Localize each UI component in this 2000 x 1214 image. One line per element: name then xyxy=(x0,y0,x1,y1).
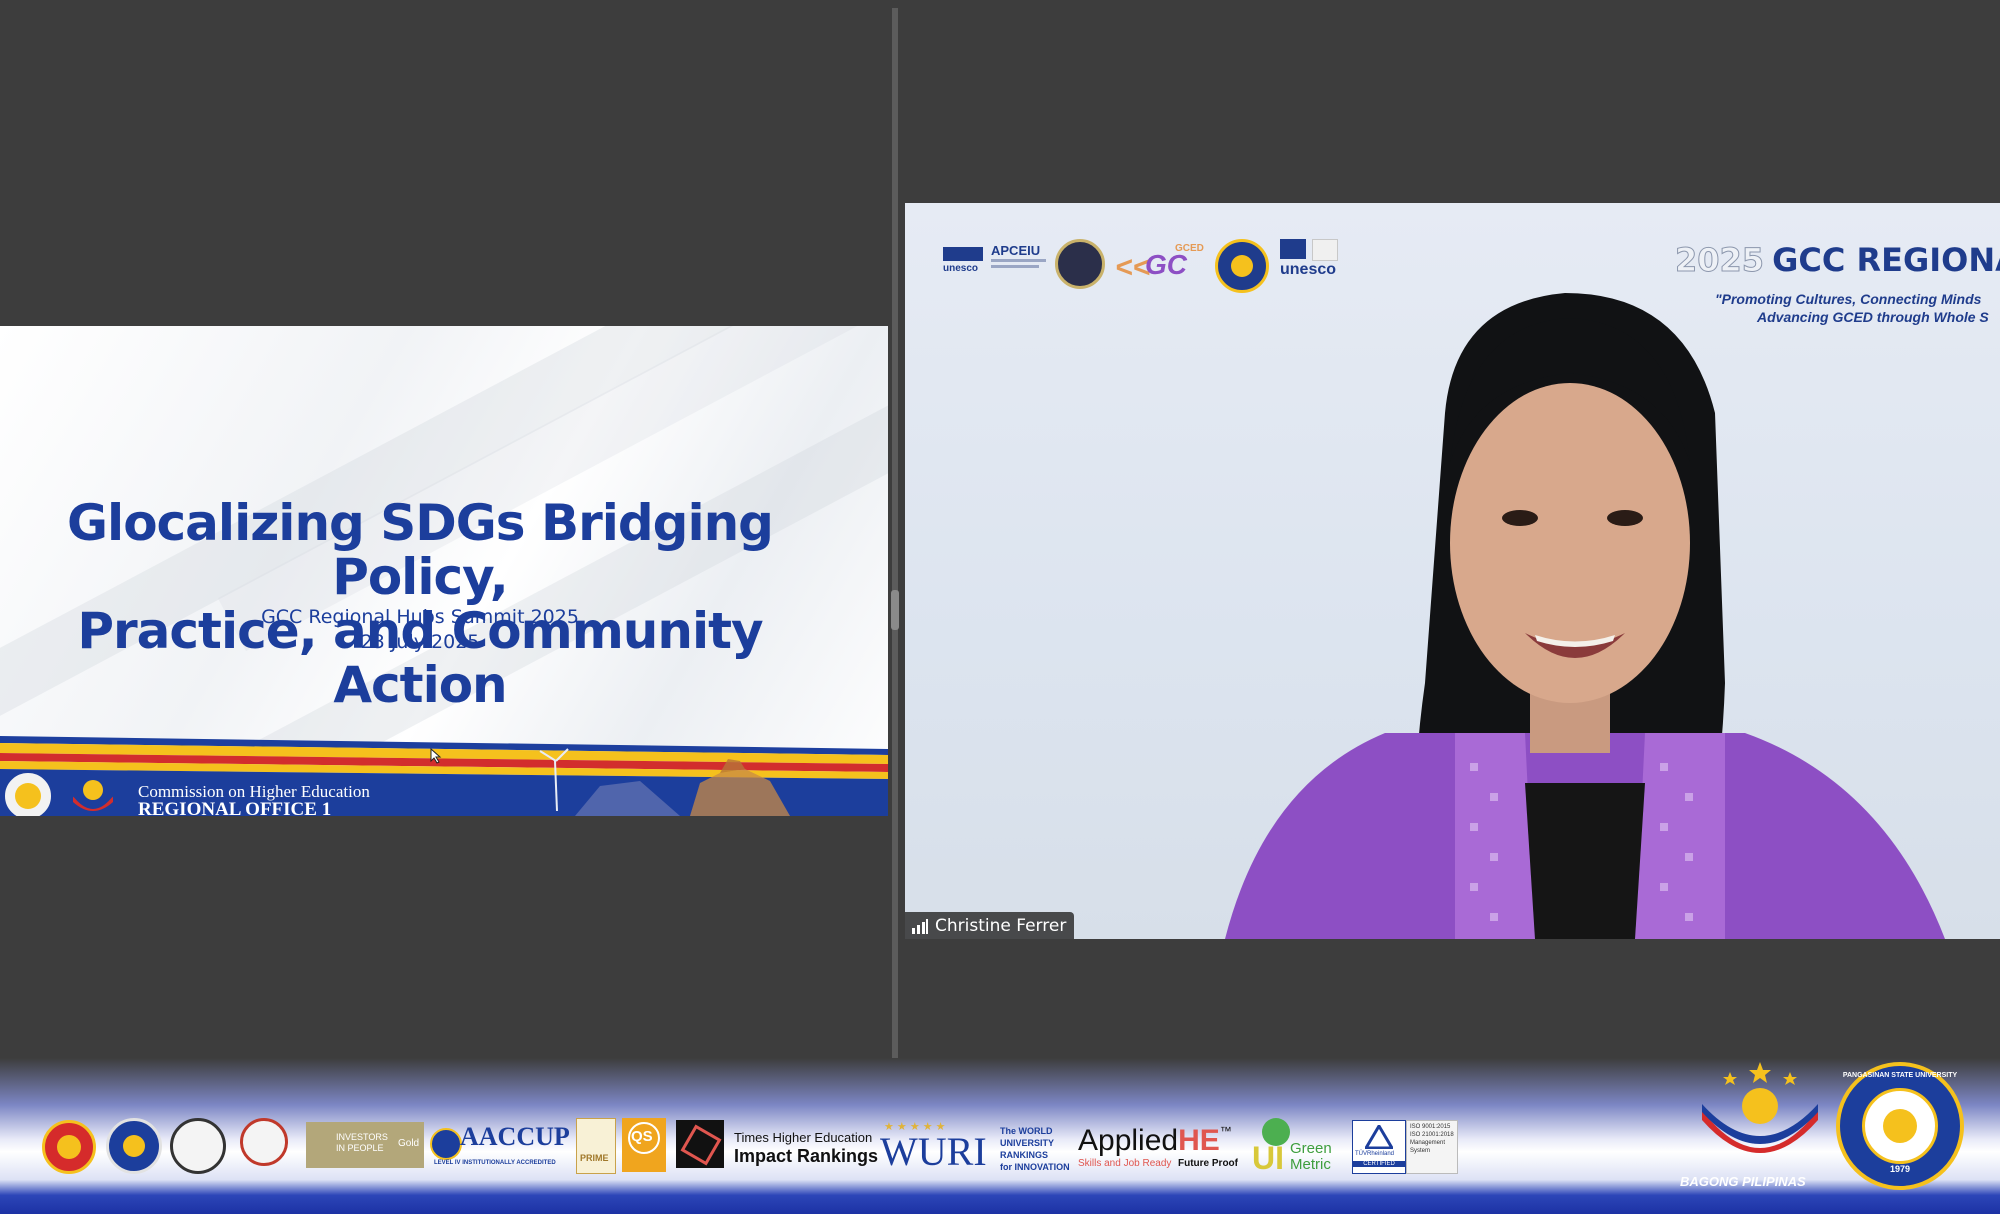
slide-title-line1: Glocalizing SDGs Bridging Policy, xyxy=(67,494,774,606)
bagong-pilipinas-label: BAGONG PILIPINAS xyxy=(1680,1174,1806,1189)
unesco-apceiu-logo: unesco APCEIU xyxy=(943,243,1053,277)
applied-he-label: HE xyxy=(1178,1124,1220,1157)
slide-subtitle: GCC Regional Hubs Summit 2025 xyxy=(261,606,579,628)
iso-line-2: ISO 21001:2018 xyxy=(1410,1132,1454,1138)
unesco-label: unesco xyxy=(943,263,979,274)
ched-seal-logo-icon xyxy=(106,1118,162,1174)
aaccup-label: AACCUP xyxy=(460,1122,570,1151)
investors-label: INVESTORS IN PEOPLE xyxy=(336,1132,388,1153)
slide-footer-line2: REGIONAL OFFICE 1 xyxy=(138,799,332,816)
participant-video-tile[interactable]: unesco APCEIU << GC GCED unesco 2025 GCC … xyxy=(905,203,2000,939)
sponsor-logo-bar: INVESTORS IN PEOPLE Gold AACCUP LEVEL IV… xyxy=(0,1058,2000,1214)
asean-logo-icon xyxy=(42,1120,96,1174)
slide-date: 23 July 2025 xyxy=(360,631,480,653)
qs-logo: QS xyxy=(622,1118,666,1172)
green-label: Green xyxy=(1290,1140,1332,1157)
qs-label: QS xyxy=(631,1128,653,1145)
split-divider[interactable] xyxy=(892,8,898,1118)
slide-footer-band xyxy=(0,736,888,816)
tuv-label: TÜVRheinland xyxy=(1355,1151,1395,1157)
the-line1: Times Higher Education xyxy=(734,1130,873,1145)
prime-label: PRIME xyxy=(580,1153,609,1163)
wuri-text-4: for INNOVATION xyxy=(1000,1162,1070,1172)
investors-level-label: Gold xyxy=(398,1138,420,1149)
gced-label: GCED xyxy=(1175,243,1204,254)
speaker-figure xyxy=(1225,293,1945,939)
government-seal-icon xyxy=(170,1118,226,1174)
mouse-cursor-icon xyxy=(430,748,442,764)
participant-name: Christine Ferrer xyxy=(935,915,1067,936)
psu-year-label: 1979 xyxy=(1889,1164,1911,1174)
bagong-pilipinas-logo-icon xyxy=(1702,1062,1818,1153)
metric-label: Metric xyxy=(1290,1156,1331,1173)
tuv-certification-logo: TÜVRheinland CERTIFIED xyxy=(1352,1120,1406,1174)
tuv-triangle-icon xyxy=(1365,1125,1393,1149)
university-seal-icon xyxy=(1055,239,1105,289)
investors-in-people-logo: INVESTORS IN PEOPLE Gold xyxy=(306,1122,424,1168)
wuri-text-2: UNIVERSITY xyxy=(1000,1138,1055,1148)
bagong-pilipinas-small-icon xyxy=(71,780,115,811)
appliedhe-logo: AppliedHE™ xyxy=(1078,1124,1232,1158)
iso-line-3: Management xyxy=(1410,1140,1446,1146)
aaccup-logo: AACCUP LEVEL IV INSTITUTIONALLY ACCREDIT… xyxy=(430,1122,570,1170)
apceiu-label: APCEIU xyxy=(991,243,1041,258)
ui-label: UI xyxy=(1252,1140,1284,1176)
wuri-text-1: The WORLD xyxy=(1000,1126,1053,1136)
applied-sub-2: Future Proof xyxy=(1178,1158,1238,1169)
slide-title: Glocalizing SDGs Bridging Policy, Practi… xyxy=(0,496,840,712)
signal-bars-icon xyxy=(912,918,928,934)
applied-tm-label: ™ xyxy=(1219,1124,1232,1138)
wuri-stars: ★ ★ ★ ★ ★ xyxy=(884,1121,946,1133)
iso-line-4: System xyxy=(1410,1148,1431,1154)
psu-seal-logo-icon: 1979 PANGASINAN STATE UNIVERSITY xyxy=(1836,1062,1964,1190)
wuri-label: WURI xyxy=(880,1129,987,1174)
tuv-certified-label: CERTIFIED xyxy=(1353,1161,1405,1167)
iso-certification-box: ISO 9001:2015 ISO 21001:2018 Management … xyxy=(1406,1120,1458,1174)
wuri-text-3: RANKINGS xyxy=(1000,1150,1049,1160)
the-line2: Impact Rankings xyxy=(734,1146,879,1166)
prime-logo: PRIME xyxy=(576,1118,616,1174)
ched-seal-icon xyxy=(2,770,54,816)
applied-sub-1: Skills and Job Ready xyxy=(1078,1158,1172,1169)
divider-drag-handle[interactable] xyxy=(891,590,899,630)
iso-line-1: ISO 9001:2015 xyxy=(1410,1124,1451,1130)
aaccup-sub-label: LEVEL IV INSTITUTIONALLY ACCREDITED xyxy=(434,1160,556,1166)
quality-management-seal-icon xyxy=(240,1118,288,1166)
participant-name-tag: Christine Ferrer xyxy=(905,912,1075,939)
the-impact-logo-icon xyxy=(676,1120,724,1168)
applied-label: Applied xyxy=(1078,1124,1179,1157)
shared-screen-slide: Glocalizing SDGs Bridging Policy, Practi… xyxy=(0,326,888,816)
psu-name-label: PANGASINAN STATE UNIVERSITY xyxy=(1842,1072,1958,1079)
